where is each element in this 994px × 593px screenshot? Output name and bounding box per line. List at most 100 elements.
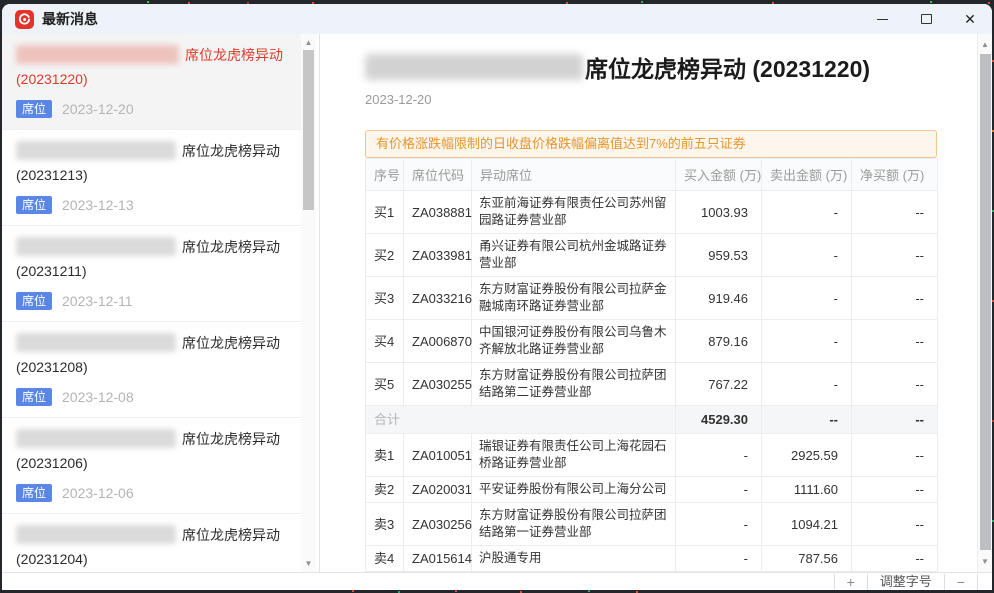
article-date: 2023-12-20 (365, 92, 976, 107)
table-row[interactable]: 买4 ZA006870 中国银河证券股份有限公司乌鲁木齐解放北路证券营业部 87… (366, 320, 938, 363)
footer-bar: + 调整字号 − (2, 572, 992, 590)
desktop-background: 最新消息 ✕ 席位龙虎榜异动 (20231220) 席位 2023-12-20 … (0, 0, 994, 593)
titlebar: 最新消息 ✕ (2, 4, 992, 34)
cell-net-amount: -- (852, 277, 938, 320)
cell-seq: 买4 (366, 320, 404, 363)
cell-sell-amount: 1094.21 (762, 503, 852, 546)
sidebar-item[interactable]: 席位龙虎榜异动 (20231206) 席位 2023-12-06 (2, 418, 301, 514)
article-title-text: 席位龙虎榜异动 (20231220) (585, 56, 870, 82)
seat-badge: 席位 (16, 196, 52, 214)
cell-net-amount: -- (852, 546, 938, 572)
scroll-up-icon[interactable]: ▲ (978, 40, 992, 49)
col-header-seq: 序号 (366, 159, 404, 191)
scroll-up-icon[interactable]: ▲ (301, 38, 316, 47)
table-row[interactable]: 买2 ZA033981 甬兴证券有限公司杭州金城路证券营业部 959.53 - … (366, 234, 938, 277)
cell-seq: 卖4 (366, 546, 404, 572)
col-header-seat-name: 异动席位 (472, 159, 676, 191)
cell-buy-amount: 1003.93 (676, 191, 762, 234)
close-icon: ✕ (964, 12, 976, 26)
cell-seat-name: 东亚前海证券有限责任公司苏州留园路证券营业部 (472, 191, 676, 234)
cell-seat-name: 东方财富证券股份有限公司拉萨团结路第二证券营业部 (472, 363, 676, 406)
cell-seat-name: 中国银河证券股份有限公司乌鲁木齐解放北路证券营业部 (472, 320, 676, 363)
table-row[interactable]: 买5 ZA030255 东方财富证券股份有限公司拉萨团结路第二证券营业部 767… (366, 363, 938, 406)
font-size-label: 调整字号 (867, 574, 944, 590)
redacted-stock-name (16, 525, 176, 544)
col-header-net-amount: 净买额 (万) (852, 159, 938, 191)
cell-net-amount: -- (852, 477, 938, 503)
cell-buy-amount: - (676, 477, 762, 503)
cell-seat-code: ZA006870 (404, 320, 472, 363)
cell-seat-name: 平安证券股份有限公司上海分公司 (472, 477, 676, 503)
scroll-down-icon[interactable]: ▼ (301, 559, 316, 568)
cell-seat-code: ZA030256 (404, 503, 472, 546)
cell-sell-amount: - (762, 363, 852, 406)
minimize-button[interactable] (860, 4, 904, 34)
cell-net-amount: -- (852, 406, 938, 434)
sidebar-item-date: 2023-12-11 (62, 293, 133, 309)
cell-net-amount: -- (852, 434, 938, 477)
main-scrollbar[interactable]: ▲ ▼ (977, 34, 992, 572)
table-row[interactable]: 买3 ZA033216 东方财富证券股份有限公司拉萨金融城南环路证券营业部 91… (366, 277, 938, 320)
window-controls: ✕ (860, 4, 992, 34)
background-pixels-top (0, 1, 2, 3)
cell-seat-name: 沪股通专用 (472, 546, 676, 572)
redacted-stock-name (16, 237, 176, 256)
scroll-down-icon[interactable]: ▼ (978, 557, 992, 566)
sidebar-scrollbar-thumb[interactable] (303, 50, 314, 210)
table-header-row: 序号 席位代码 异动席位 买入金额 (万) 卖出金额 (万) 净买额 (万) (366, 159, 938, 191)
cell-seat-code: ZA033216 (404, 277, 472, 320)
redacted-stock-name (16, 333, 176, 352)
cell-seat-code: ZA015614 (404, 546, 472, 572)
table-row[interactable]: 卖4 ZA015614 沪股通专用 - 787.56 -- (366, 546, 938, 572)
cell-buy-amount: 919.46 (676, 277, 762, 320)
maximize-button[interactable] (904, 4, 948, 34)
table-row[interactable]: 卖3 ZA030256 东方财富证券股份有限公司拉萨团结路第一证券营业部 - 1… (366, 503, 938, 546)
sidebar-scrollbar[interactable]: ▲ ▼ (301, 34, 316, 572)
main-content: 席位龙虎榜异动 (20231220) 2023-12-20 有价格涨跌幅限制的日… (321, 34, 976, 572)
table-row[interactable]: 卖2 ZA020031 平安证券股份有限公司上海分公司 - 1111.60 -- (366, 477, 938, 503)
cell-seat-code: ZA030255 (404, 363, 472, 406)
font-increase-button[interactable]: + (834, 574, 867, 590)
cell-seq: 卖3 (366, 503, 404, 546)
font-decrease-button[interactable]: − (944, 574, 978, 590)
background-pixels-bottom (0, 590, 2, 592)
cell-sell-amount: 2925.59 (762, 434, 852, 477)
seat-badge: 席位 (16, 388, 52, 406)
sidebar-item[interactable]: 席位龙虎榜异动 (20231208) 席位 2023-12-08 (2, 322, 301, 418)
col-header-buy-amount: 买入金额 (万) (676, 159, 762, 191)
sidebar-item[interactable]: 席位龙虎榜异动 (20231213) 席位 2023-12-13 (2, 130, 301, 226)
message-sidebar: 席位龙虎榜异动 (20231220) 席位 2023-12-20 席位龙虎榜异动… (2, 34, 320, 572)
close-button[interactable]: ✕ (948, 4, 992, 34)
sidebar-item-date: 2023-12-06 (62, 485, 134, 501)
font-size-controls: + 调整字号 − (834, 573, 978, 591)
cell-buy-amount: - (676, 503, 762, 546)
redacted-stock-name (16, 429, 176, 448)
cell-sell-amount: -- (762, 406, 852, 434)
notice-banner: 有价格涨跌幅限制的日收盘价格跌幅偏离值达到7%的前五只证券 (365, 130, 937, 158)
cell-sell-amount: - (762, 234, 852, 277)
maximize-icon (921, 14, 932, 24)
sidebar-item[interactable]: 席位龙虎榜异动 (20231211) 席位 2023-12-11 (2, 226, 301, 322)
sidebar-list: 席位龙虎榜异动 (20231220) 席位 2023-12-20 席位龙虎榜异动… (2, 34, 301, 572)
sidebar-item[interactable]: 席位龙虎榜异动 (20231204) 席位 2023-12-04 (2, 514, 301, 572)
seat-badge: 席位 (16, 292, 52, 310)
cell-seat-name: 东方财富证券股份有限公司拉萨金融城南环路证券营业部 (472, 277, 676, 320)
cell-seat-code: ZA010051 (404, 434, 472, 477)
cell-net-amount: -- (852, 320, 938, 363)
cell-buy-amount: 879.16 (676, 320, 762, 363)
cell-seq: 买3 (366, 277, 404, 320)
cell-seat-name: 甬兴证券有限公司杭州金城路证券营业部 (472, 234, 676, 277)
cell-seat-name: 东方财富证券股份有限公司拉萨团结路第一证券营业部 (472, 503, 676, 546)
cell-net-amount: -- (852, 234, 938, 277)
table-row[interactable]: 卖1 ZA010051 瑞银证券有限责任公司上海花园石桥路证券营业部 - 292… (366, 434, 938, 477)
table-row[interactable]: 买1 ZA038881 东亚前海证券有限责任公司苏州留园路证券营业部 1003.… (366, 191, 938, 234)
cell-seat-code: ZA020031 (404, 477, 472, 503)
cell-seq: 卖2 (366, 477, 404, 503)
main-scrollbar-thumb[interactable] (980, 54, 991, 550)
cell-buy-amount: 959.53 (676, 234, 762, 277)
cell-sell-amount: 787.56 (762, 546, 852, 572)
cell-seq: 买1 (366, 191, 404, 234)
table-total-row: 合计 4529.30 -- -- (366, 406, 938, 434)
sidebar-item[interactable]: 席位龙虎榜异动 (20231220) 席位 2023-12-20 (2, 34, 301, 130)
cell-seat-name: 瑞银证券有限责任公司上海花园石桥路证券营业部 (472, 434, 676, 477)
